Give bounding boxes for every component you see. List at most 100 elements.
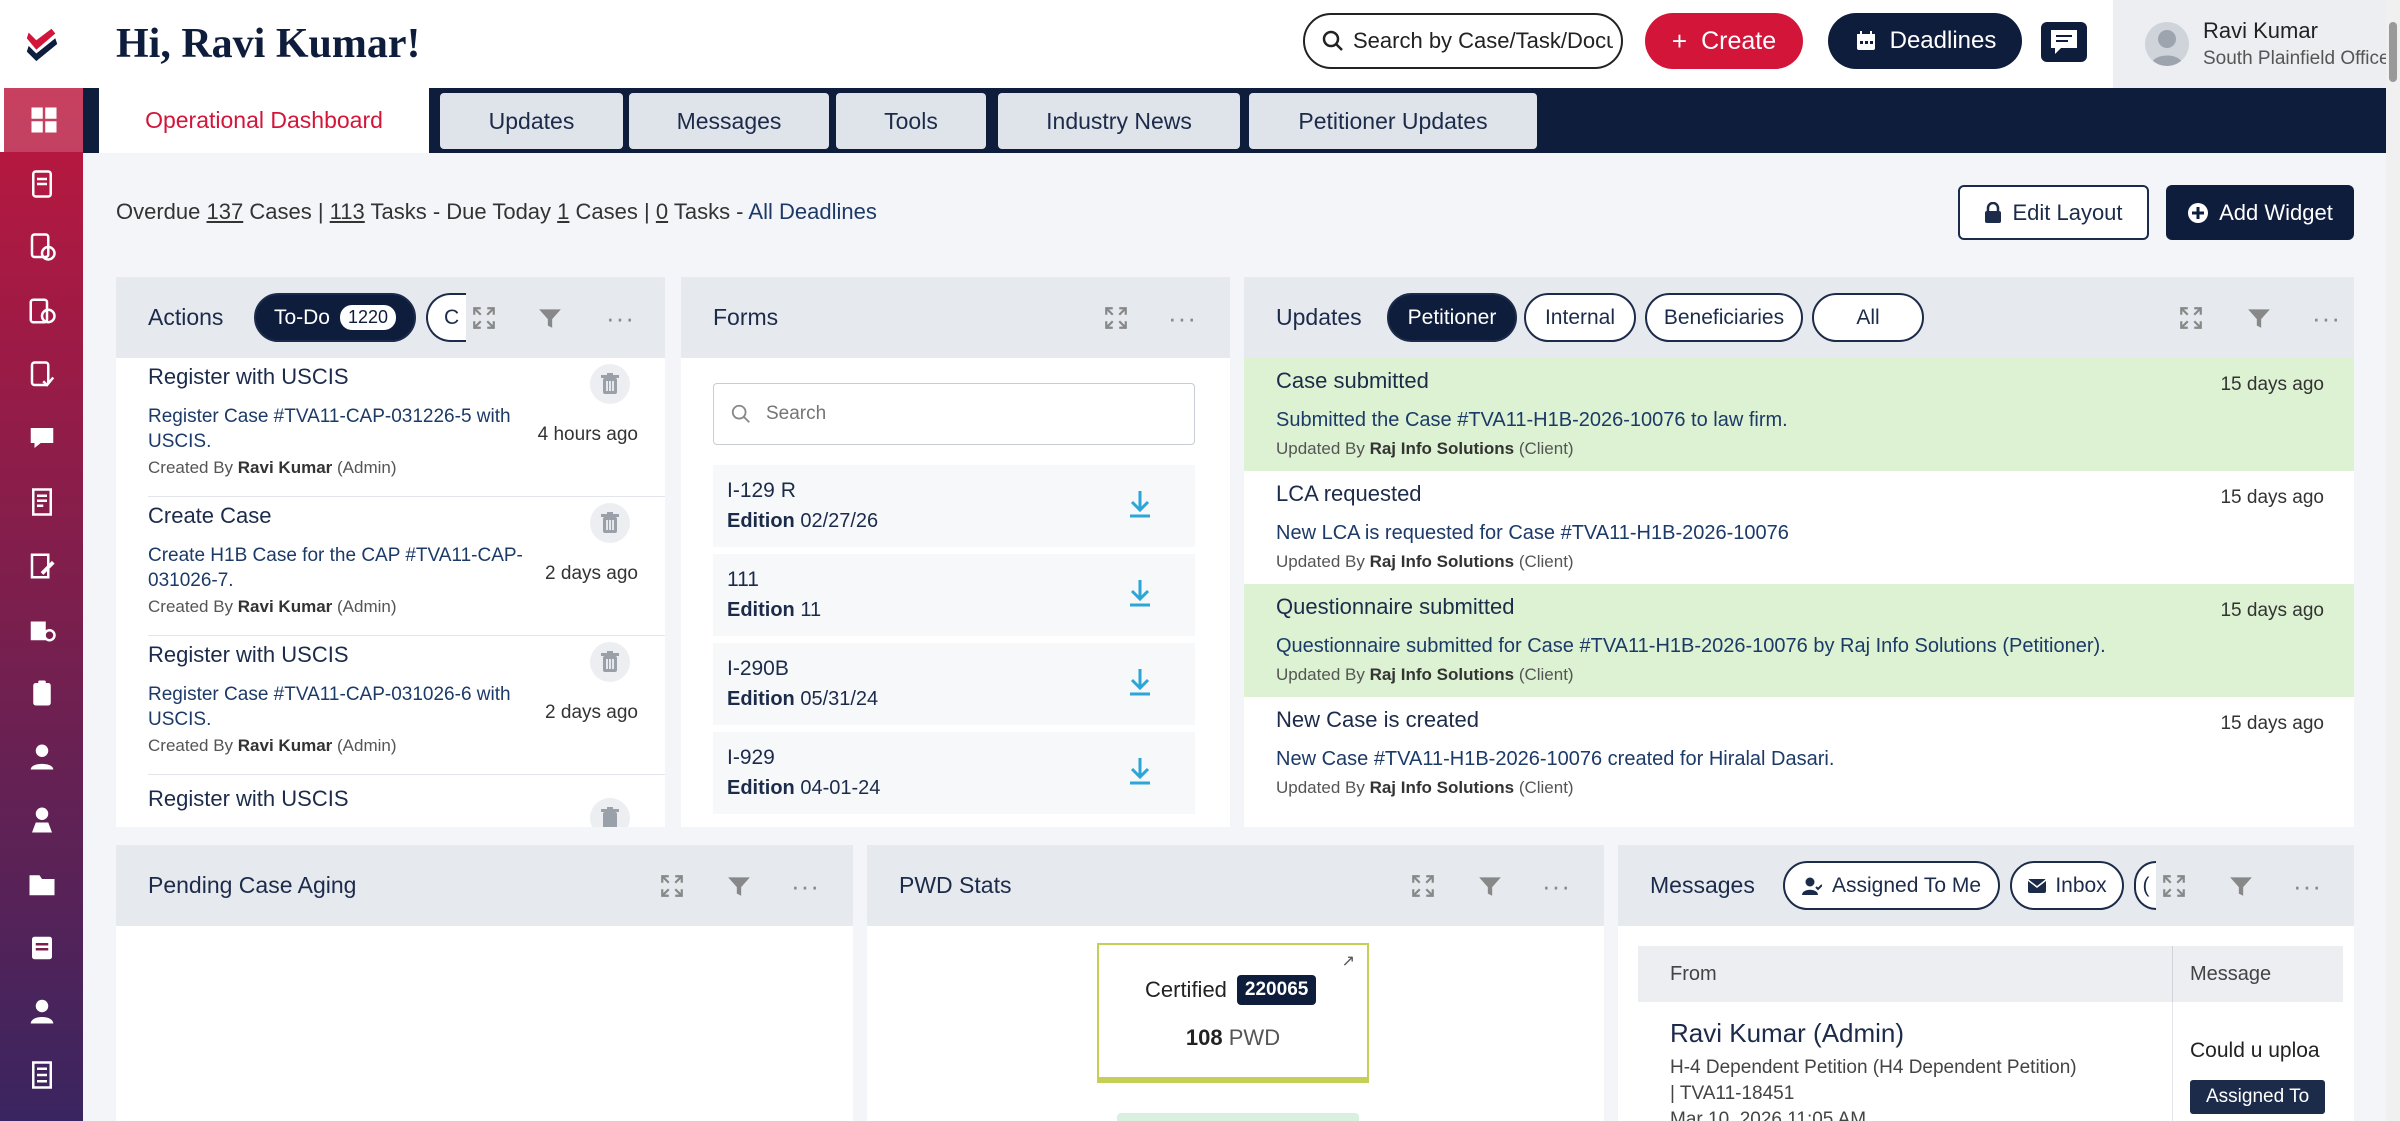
completed-pill[interactable]: C xyxy=(426,293,466,342)
page-scrollbar[interactable] xyxy=(2386,0,2400,1121)
pill-petitioner[interactable]: Petitioner xyxy=(1387,293,1517,342)
sidebar-item-cases[interactable] xyxy=(0,152,83,216)
more-icon[interactable]: ··· xyxy=(2312,303,2341,334)
filter-icon[interactable] xyxy=(2246,305,2272,331)
expand-icon[interactable] xyxy=(2178,305,2204,331)
update-item[interactable]: Questionnaire submitted Questionnaire su… xyxy=(1244,584,2354,697)
user-profile[interactable]: Ravi Kumar South Plainfield Office ▾ xyxy=(2113,0,2400,88)
sidebar-item-dashboard[interactable] xyxy=(0,88,83,152)
search-input[interactable] xyxy=(1353,28,1613,54)
updates-widget: Updates Petitioner Internal Beneficiarie… xyxy=(1244,277,2354,827)
more-icon[interactable]: ··· xyxy=(791,871,820,902)
more-icon[interactable]: ··· xyxy=(1542,871,1571,902)
update-item[interactable]: LCA requested New LCA is requested for C… xyxy=(1244,471,2354,584)
messages-widget: Messages Assigned To Me Inbox ( ··· From… xyxy=(1618,845,2354,1121)
sidebar-item-notes[interactable] xyxy=(0,916,83,980)
create-button[interactable]: + Create xyxy=(1645,13,1803,69)
action-item[interactable]: Create Case Create H1B Case for the CAP … xyxy=(148,503,638,617)
app-logo[interactable] xyxy=(0,0,83,88)
download-icon[interactable] xyxy=(1127,667,1153,697)
sidebar-item-user[interactable] xyxy=(0,725,83,789)
sidebar-item-reports[interactable] xyxy=(0,470,83,534)
download-icon[interactable] xyxy=(1127,489,1153,519)
overdue-cases-link[interactable]: 137 xyxy=(207,199,244,224)
global-search[interactable] xyxy=(1303,13,1623,69)
tab-industry-news[interactable]: Industry News xyxy=(998,93,1240,149)
expand-icon[interactable] xyxy=(1410,873,1436,899)
pwd-certified-card[interactable]: ↗ Certified 220065 108 PWD xyxy=(1097,943,1369,1083)
filter-icon[interactable] xyxy=(537,305,563,331)
update-item[interactable]: Case submitted Submitted the Case #TVA11… xyxy=(1244,358,2354,471)
filter-icon[interactable] xyxy=(726,873,752,899)
sidebar-item-employees[interactable] xyxy=(0,789,83,853)
expand-icon[interactable] xyxy=(2161,873,2187,899)
pill-beneficiaries[interactable]: Beneficiaries xyxy=(1645,293,1803,342)
filter-icon[interactable] xyxy=(1477,873,1503,899)
forms-search[interactable] xyxy=(713,383,1195,445)
today-tasks-link[interactable]: 0 xyxy=(656,199,668,224)
sidebar-item-folders[interactable] xyxy=(0,852,83,916)
message-case-id[interactable]: | TVA11-18451 xyxy=(1670,1083,2170,1105)
tab-updates[interactable]: Updates xyxy=(440,93,623,149)
pill-assigned-to-me[interactable]: Assigned To Me xyxy=(1783,861,2000,910)
sidebar-item-compliance[interactable] xyxy=(0,598,83,662)
filter-icon[interactable] xyxy=(2228,873,2254,899)
add-widget-button[interactable]: Add Widget xyxy=(2166,185,2354,240)
sidebar-item-edit[interactable] xyxy=(0,534,83,598)
download-icon[interactable] xyxy=(1127,756,1153,786)
create-label: Create xyxy=(1701,26,1777,55)
tab-operational-dashboard[interactable]: Operational Dashboard xyxy=(99,88,429,153)
tab-petitioner-updates[interactable]: Petitioner Updates xyxy=(1249,93,1537,149)
pill-internal[interactable]: Internal xyxy=(1524,293,1636,342)
document-icon xyxy=(31,169,52,198)
expand-icon[interactable] xyxy=(659,873,685,899)
overdue-tasks-link[interactable]: 113 xyxy=(330,199,365,224)
deadlines-button[interactable]: Deadlines xyxy=(1828,13,2022,69)
sidebar-item-messages[interactable] xyxy=(0,406,83,470)
action-item[interactable]: Register with USCIS Register Case #TVA11… xyxy=(148,364,638,478)
pill-more-partial[interactable]: ( xyxy=(2134,861,2156,910)
employee-icon xyxy=(31,807,52,833)
todo-pill[interactable]: To-Do 1220 xyxy=(254,293,416,342)
sidebar-item-docs[interactable] xyxy=(0,1043,83,1107)
sidebar-item-clipboard[interactable] xyxy=(0,661,83,725)
sidebar-item-approvals[interactable] xyxy=(0,343,83,407)
tab-messages[interactable]: Messages xyxy=(629,93,829,149)
pill-all[interactable]: All xyxy=(1812,293,1924,342)
chat-button[interactable] xyxy=(2041,22,2087,62)
col-message: Message xyxy=(2190,962,2272,985)
all-deadlines-link[interactable]: All Deadlines xyxy=(748,199,876,224)
tab-tools[interactable]: Tools xyxy=(836,93,986,149)
sidebar-item-contacts[interactable] xyxy=(0,980,83,1044)
update-item[interactable]: New Case is created New Case #TVA11-H1B-… xyxy=(1244,697,2354,810)
forms-search-input[interactable] xyxy=(766,403,1166,425)
form-row[interactable]: 111 Edition 11 xyxy=(713,554,1195,636)
sidebar-item-petitions[interactable] xyxy=(0,215,83,279)
form-row[interactable]: I-290B Edition 05/31/24 xyxy=(713,643,1195,725)
form-row[interactable]: I-929 Edition 04-01-24 xyxy=(713,732,1195,814)
expand-icon[interactable] xyxy=(471,305,497,331)
trash-icon[interactable] xyxy=(590,503,630,543)
more-icon[interactable]: ··· xyxy=(2293,871,2322,902)
form-row[interactable]: I-129 R Edition 02/27/26 xyxy=(713,465,1195,547)
message-row[interactable]: Ravi Kumar (Admin) H-4 Dependent Petitio… xyxy=(1638,1002,2343,1121)
trash-icon[interactable] xyxy=(590,642,630,682)
download-icon[interactable] xyxy=(1127,578,1153,608)
action-item[interactable]: Register with USCIS xyxy=(148,786,638,827)
pill-inbox[interactable]: Inbox xyxy=(2010,861,2124,910)
sidebar-item-receipts[interactable] xyxy=(0,279,83,343)
assigned-to-button[interactable]: Assigned To xyxy=(2190,1080,2326,1114)
pwd-next-card xyxy=(1117,1113,1359,1121)
trash-icon[interactable] xyxy=(590,364,630,404)
pwd-certified-row: Certified 220065 xyxy=(1145,975,1317,1005)
scrollbar-thumb[interactable] xyxy=(2389,22,2397,82)
action-item[interactable]: Register with USCIS Register Case #TVA11… xyxy=(148,642,638,756)
today-cases-link[interactable]: 1 xyxy=(557,199,569,224)
more-icon[interactable]: ··· xyxy=(1168,303,1197,334)
inbox-label: Inbox xyxy=(2055,873,2107,897)
more-icon[interactable]: ··· xyxy=(606,303,635,334)
update-time: 15 days ago xyxy=(2220,487,2324,508)
edit-layout-button[interactable]: Edit Layout xyxy=(1958,185,2149,240)
external-link-icon[interactable]: ↗ xyxy=(1342,951,1355,971)
expand-icon[interactable] xyxy=(1103,305,1129,331)
